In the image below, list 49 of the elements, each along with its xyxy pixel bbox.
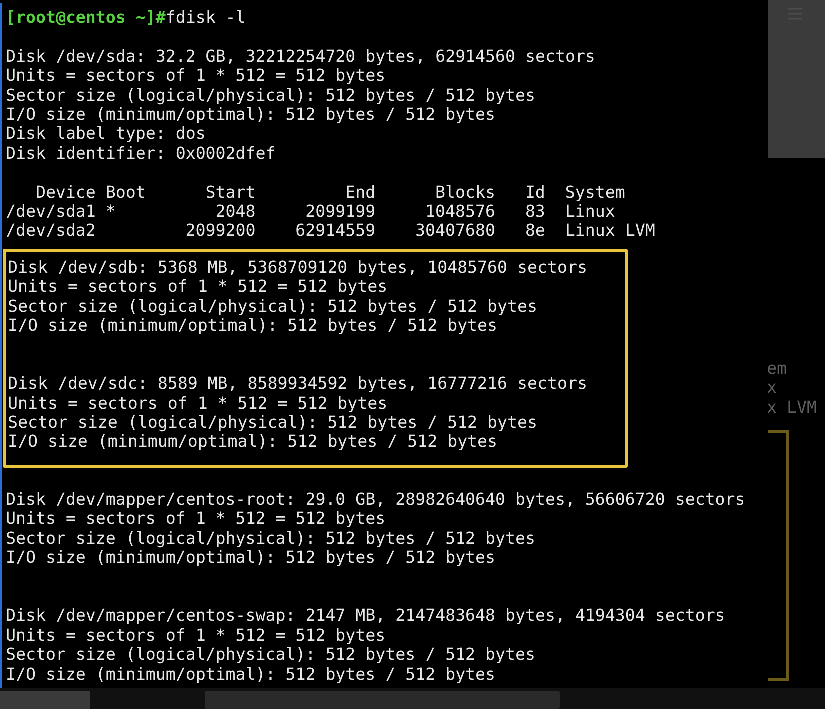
background-text: em (767, 359, 787, 378)
table-cell-text: 83 (524, 202, 546, 222)
table-cell-text: 2099199 (304, 202, 376, 222)
output-line: Sector size (logical/physical): 512 bytes / 512 bytes (6, 86, 536, 106)
column-header: Boot (106, 182, 146, 202)
table-cell-text: 1048576 (424, 202, 496, 222)
table-cell-text: 62914559 (294, 221, 376, 241)
output-line: Units = sectors of 1 * 512 = 512 bytes (6, 509, 386, 529)
table-cell-text: 30407680 (414, 221, 496, 241)
output-line: Disk /dev/sda: 32.2 GB, 32212254720 bytes, 62914560 sectors (6, 46, 596, 66)
output-line: Sector size (logical/physical): 512 bytes / 512 bytes (8, 413, 538, 432)
table-cell-text: * (106, 202, 117, 222)
table-cell-text: /dev/sda1 (6, 202, 97, 222)
output-line: Disk /dev/mapper/centos-root: 29.0 GB, 28982640640 bytes, 56606720 sectors (6, 490, 746, 510)
background-text: x (767, 378, 777, 398)
output-line: Disk /dev/mapper/centos-swap: 2147 MB, 2147483648 bytes, 4194304 sectors (6, 606, 726, 626)
command-text: fdisk -l (166, 8, 246, 28)
output-line: Units = sectors of 1 * 512 = 512 bytes (6, 626, 386, 646)
column-header: Blocks (434, 182, 496, 202)
column-header: Device (34, 182, 97, 202)
column-header: End (344, 182, 376, 202)
taskbar-button[interactable] (0, 691, 90, 709)
output-line: Disk /dev/sdc: 8589 MB, 8589934592 bytes, 16777216 sectors (8, 374, 588, 394)
output-line: Sector size (logical/physical): 512 bytes / 512 bytes (6, 528, 536, 548)
table-cell-text: 2048 (214, 202, 256, 222)
output-line: Disk identifier: 0x0002dfef (6, 144, 276, 164)
output-line: Units = sectors of 1 * 512 = 512 bytes (6, 66, 386, 86)
table-cell-text: 8e (524, 221, 546, 241)
output-line: I/O size (minimum/optimal): 512 bytes / 512 bytes (6, 105, 496, 124)
prompt-text: [root@centos ~]# (6, 8, 166, 28)
output-line: I/O size (minimum/optimal): 512 bytes / 512 bytes (8, 316, 498, 336)
output-line: Sector size (logical/physical): 512 bytes / 512 bytes (6, 645, 536, 665)
output-line: Sector size (logical/physical): 512 bytes / 512 bytes (8, 296, 538, 316)
table-cell-text: 2099200 (184, 221, 256, 241)
column-header: System (564, 182, 626, 202)
output-line: Units = sectors of 1 * 512 = 512 bytes (8, 394, 388, 414)
output-line: I/O size (minimum/optimal): 512 bytes / 512 bytes (8, 432, 498, 452)
column-header: Start (204, 182, 256, 202)
output-line: Disk label type: dos (6, 124, 206, 144)
output-line: I/O size (minimum/optimal): 512 bytes / 512 bytes (6, 548, 496, 568)
table-cell-text: Linux (564, 202, 616, 222)
table-cell-text: /dev/sda2 (6, 221, 97, 241)
output-line: Disk /dev/sdb: 5368 MB, 5368709120 bytes, 10485760 sectors (8, 258, 588, 278)
output-line: I/O size (minimum/optimal): 512 bytes / 512 bytes (6, 664, 496, 684)
table-cell-text: Linux LVM (564, 221, 656, 241)
column-header: Id (524, 182, 546, 202)
scroll-bar[interactable] (205, 691, 560, 709)
output-line: Units = sectors of 1 * 512 = 512 bytes (8, 277, 388, 297)
background-text: x LVM (767, 398, 817, 418)
